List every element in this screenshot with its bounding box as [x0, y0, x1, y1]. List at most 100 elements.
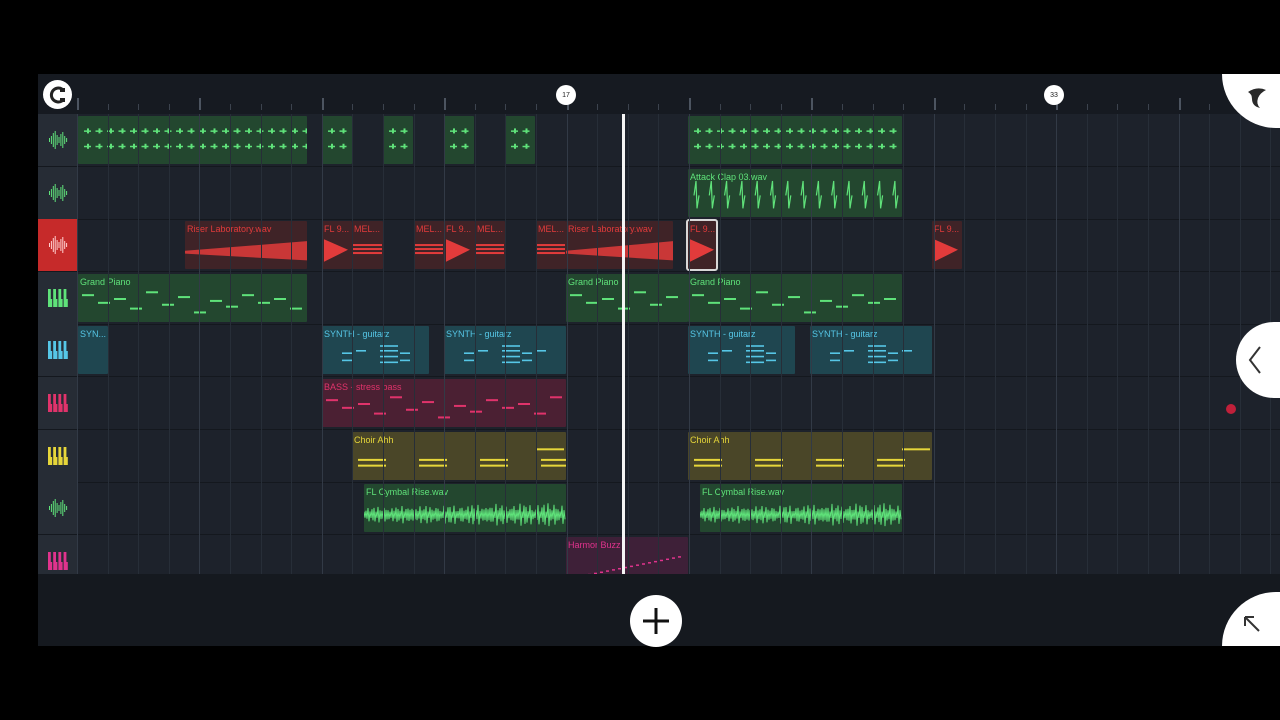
add-track-icon — [643, 608, 669, 634]
clip-label: SYNTH - guitarz — [690, 329, 756, 340]
pattern-clip[interactable]: FL 9... — [932, 221, 962, 270]
track-lane[interactable]: Riser Laboratory.wav FL 9... MEL... MEL... F… — [77, 219, 1280, 272]
playlist-window: 17 33 Attack Clap 03.wav Riser Laboratory.… — [38, 74, 1280, 646]
grid-line — [1025, 114, 1027, 574]
ruler-tick — [1117, 104, 1119, 110]
piano-icon — [47, 288, 69, 307]
clip-label: Harmor Buzz — [568, 539, 621, 550]
grid-line — [321, 114, 323, 574]
timeline-ruler[interactable]: 17 33 — [38, 74, 1280, 114]
clip-label: MEL... — [354, 224, 381, 235]
pattern-clip[interactable]: FL 9... — [444, 221, 475, 270]
pattern-clip[interactable]: MEL... — [414, 221, 444, 270]
pattern-clip[interactable]: Riser Laboratory.wav — [185, 221, 307, 270]
clip-label: FL 9... — [690, 224, 716, 235]
grid-line — [199, 114, 201, 574]
ruler-tick — [1209, 104, 1211, 110]
ruler-tick — [505, 104, 507, 110]
record-indicator[interactable] — [1226, 404, 1236, 414]
pattern-clip[interactable]: SYN... — [78, 326, 108, 375]
grid-line — [352, 114, 354, 574]
grid-line — [1117, 114, 1119, 574]
ruler-tick — [199, 98, 202, 110]
clip-label: FL Cymbal Rise.wav — [702, 487, 785, 498]
clip-label: FL 9... — [324, 224, 350, 235]
pattern-clip[interactable]: Choir Ahh — [688, 431, 932, 480]
ruler-tick — [413, 104, 415, 110]
clip-label: BASS - stress bass — [324, 382, 402, 392]
ruler-tick — [536, 104, 537, 110]
pattern-clip[interactable]: Riser Laboratory.wav — [566, 221, 673, 270]
ruler-tick — [995, 104, 996, 110]
pattern-clip[interactable]: FL 9... — [686, 219, 718, 272]
ruler-tick — [1086, 104, 1088, 110]
ruler-tick — [597, 104, 599, 110]
ruler-tick — [260, 104, 262, 110]
playhead[interactable] — [622, 114, 625, 574]
magnet-icon — [49, 86, 65, 103]
track-header[interactable] — [38, 114, 77, 166]
clip-label: SYNTH - guitarz — [446, 329, 512, 340]
track-lane[interactable]: Attack Clap 03.wav — [77, 167, 1280, 219]
grid-line — [842, 114, 843, 574]
snap-magnet-button[interactable] — [43, 80, 72, 109]
track-lane[interactable] — [77, 114, 1280, 166]
pattern-clip[interactable] — [322, 116, 352, 164]
ruler-tick — [107, 104, 109, 110]
track-lane[interactable]: BASS - stress bass — [77, 377, 1280, 429]
piano-icon — [47, 341, 69, 360]
clip-label: SYNTH - guitarz — [812, 329, 878, 340]
track-header[interactable] — [38, 429, 77, 482]
pattern-clip[interactable]: MEL... — [536, 221, 566, 270]
track-lane[interactable]: FL Cymbal Rise.wav FL Cymbal Rise.wav — [77, 482, 1280, 534]
grid-line — [933, 114, 935, 574]
clip-label: MEL... — [538, 224, 565, 235]
pattern-clip[interactable]: MEL... — [352, 221, 383, 270]
clip-label: Grand Piano — [568, 276, 619, 287]
track-header[interactable] — [38, 271, 77, 324]
ruler-tick — [77, 98, 79, 110]
clip-label: MEL... — [416, 224, 443, 235]
pattern-clip[interactable]: MEL... — [475, 221, 505, 270]
grid-line — [260, 114, 262, 574]
pattern-clip[interactable] — [78, 116, 307, 164]
pattern-clip[interactable] — [444, 116, 474, 164]
grid-line — [168, 114, 170, 574]
pattern-clip[interactable]: SYNTH - guitarz — [810, 326, 932, 375]
timeline-marker[interactable]: 33 — [1044, 85, 1064, 105]
pattern-clip[interactable]: Choir Ahh — [352, 431, 566, 480]
track-lane[interactable]: SYN... SYNTH - guitarz SYNTH - guitarz SYNT… — [77, 324, 1280, 376]
add-track-button[interactable] — [630, 595, 682, 647]
grid-line — [780, 114, 782, 574]
track-header[interactable] — [38, 324, 77, 377]
ruler-tick — [321, 98, 324, 110]
ruler-tick — [444, 98, 447, 110]
piano-icon — [47, 446, 69, 465]
track-header[interactable] — [38, 219, 77, 272]
clip-label: FL Cymbal Rise.wav — [366, 487, 449, 498]
pattern-clip[interactable]: SYNTH - guitarz — [688, 326, 795, 375]
grid-line — [291, 114, 293, 574]
grid-line — [230, 114, 231, 574]
pattern-clip[interactable]: Grand Piano — [78, 273, 307, 322]
track-header[interactable] — [38, 166, 77, 219]
ruler-tick — [780, 104, 782, 110]
timeline-marker[interactable]: 17 — [556, 85, 576, 105]
ruler-tick — [689, 98, 691, 110]
grid-line — [627, 114, 629, 574]
ruler-tick — [1178, 98, 1181, 110]
pattern-clip[interactable] — [383, 116, 413, 164]
pattern-clip[interactable]: FL 9... — [322, 221, 352, 270]
track-lane[interactable]: Grand Piano Grand Piano Grand Piano — [77, 272, 1280, 324]
track-lane[interactable]: Choir Ahh Choir Ahh — [77, 430, 1280, 482]
grid-line — [872, 114, 874, 574]
track-header[interactable] — [38, 482, 77, 535]
grid-line — [995, 114, 996, 574]
track-header[interactable] — [38, 377, 77, 429]
grid-line — [505, 114, 507, 574]
ruler-tick — [964, 104, 966, 110]
clip-label: Grand Piano — [690, 276, 741, 287]
grid-line — [383, 114, 384, 574]
piano-icon — [47, 394, 69, 412]
pattern-clip[interactable] — [505, 116, 535, 164]
